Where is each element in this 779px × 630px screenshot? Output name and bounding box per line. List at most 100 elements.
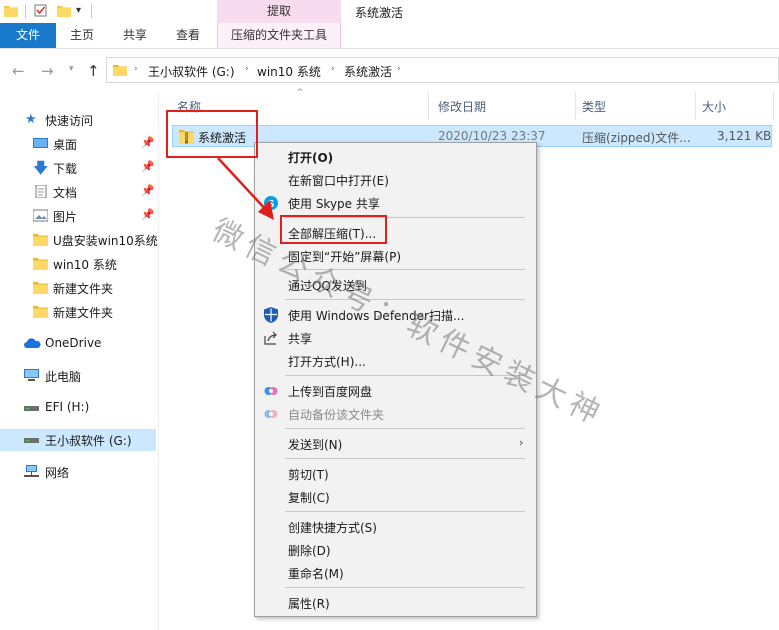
document-icon	[35, 185, 47, 198]
breadcrumb-win10[interactable]: win10 系统	[257, 63, 321, 80]
contextual-tab-header: 提取	[217, 0, 341, 23]
file-size: 3,121 KB	[717, 129, 772, 143]
nav-this-pc[interactable]: 此电脑	[0, 365, 156, 387]
nav-label: 网络	[45, 466, 70, 480]
nav-network[interactable]: 网络	[0, 461, 156, 483]
forward-arrow-icon[interactable]: →	[41, 62, 54, 80]
nav-efi-drive[interactable]: EFI (H:)	[0, 397, 156, 419]
menu-create-shortcut[interactable]: 创建快捷方式(S)	[257, 516, 534, 538]
tab-view[interactable]: 查看	[176, 23, 200, 48]
column-divider[interactable]	[428, 92, 429, 120]
menu-properties[interactable]: 属性(R)	[257, 592, 534, 614]
nav-desktop[interactable]: 桌面 📌	[0, 133, 156, 155]
column-divider[interactable]	[695, 92, 696, 120]
menu-rename[interactable]: 重命名(M)	[257, 562, 534, 584]
nav-label: 桌面	[53, 138, 78, 152]
drive-icon	[24, 406, 39, 411]
toolbar-separator	[91, 4, 92, 18]
nav-label: U盘安装win10系统	[53, 234, 158, 248]
column-divider[interactable]	[575, 92, 576, 120]
nav-folder-new-2[interactable]: 新建文件夹	[0, 301, 156, 323]
menu-label: 复制(C)	[288, 491, 330, 505]
defender-shield-icon	[264, 307, 278, 323]
tab-home[interactable]: 主页	[70, 23, 94, 48]
pin-icon[interactable]: 📌	[141, 136, 155, 149]
tab-share[interactable]: 共享	[123, 23, 147, 48]
nav-onedrive[interactable]: OneDrive	[0, 333, 156, 355]
desktop-icon	[33, 138, 48, 148]
breadcrumb-chevron-icon[interactable]: ›	[397, 64, 401, 74]
breadcrumb-drive-g[interactable]: 王小叔软件 (G:)	[148, 63, 235, 80]
baidu-netdisk-icon	[264, 410, 278, 418]
menu-send-to[interactable]: 发送到(N) ›	[257, 433, 534, 455]
pin-icon[interactable]: 📌	[141, 184, 155, 197]
menu-label: 创建快捷方式(S)	[288, 521, 377, 535]
properties-check-icon[interactable]	[34, 4, 48, 17]
menu-open[interactable]: 打开(O)	[257, 146, 534, 168]
folder-icon	[113, 65, 127, 76]
breadcrumb-chevron-icon[interactable]: ›	[245, 64, 249, 74]
breadcrumb-current[interactable]: 系统激活	[344, 63, 392, 80]
menu-copy[interactable]: 复制(C)	[257, 486, 534, 508]
column-divider[interactable]	[773, 92, 774, 120]
nav-quick-access[interactable]: ★ 快速访问	[0, 109, 156, 131]
nav-folder-win10[interactable]: win10 系统	[0, 253, 156, 275]
nav-pictures[interactable]: 图片 📌	[0, 205, 156, 227]
nav-label: 快速访问	[45, 114, 94, 128]
address-bar[interactable]: › 王小叔软件 (G:) › win10 系统 › 系统激活 ›	[106, 57, 779, 83]
menu-label: 使用 Skype 共享	[288, 197, 380, 211]
menu-label: 共享	[288, 332, 313, 346]
menu-skype-share[interactable]: S 使用 Skype 共享	[257, 192, 534, 214]
menu-separator	[285, 511, 525, 512]
up-arrow-icon[interactable]: ↑	[87, 62, 100, 80]
folder-icon[interactable]	[4, 4, 18, 17]
star-icon: ★	[25, 112, 37, 127]
menu-open-new-window[interactable]: 在新窗口中打开(E)	[257, 169, 534, 191]
menu-delete[interactable]: 删除(D)	[257, 539, 534, 561]
ribbon-tab-bar	[0, 23, 779, 49]
menu-label: 打开(O)	[288, 151, 334, 165]
nav-downloads[interactable]: 🡇 下载 📌	[0, 157, 156, 179]
folder-icon	[33, 306, 48, 318]
tab-compressed-folder-tools[interactable]: 压缩的文件夹工具	[217, 23, 341, 48]
recent-locations-chevron-icon[interactable]: ▾	[69, 64, 74, 74]
nav-label: 文档	[53, 186, 78, 200]
submenu-arrow-icon: ›	[519, 436, 524, 449]
menu-separator	[285, 587, 525, 588]
menu-label: 属性(R)	[288, 597, 330, 611]
cloud-icon	[24, 338, 41, 348]
window-title: 系统激活	[355, 6, 404, 20]
menu-label: 重命名(M)	[288, 567, 344, 581]
nav-folder-new-1[interactable]: 新建文件夹	[0, 277, 156, 299]
nav-label: 新建文件夹	[53, 282, 114, 296]
tab-file[interactable]: 文件	[0, 23, 56, 48]
customize-toolbar-icon[interactable]: ▾	[76, 5, 81, 16]
menu-label: 自动备份该文件夹	[288, 408, 385, 422]
nav-label: EFI (H:)	[45, 400, 90, 414]
menu-label: 发送到(N)	[288, 438, 343, 452]
breadcrumb-chevron-icon[interactable]: ›	[134, 64, 138, 74]
baidu-netdisk-icon	[264, 387, 278, 395]
nav-label: win10 系统	[53, 258, 117, 272]
menu-label: 打开方式(H)...	[288, 355, 366, 369]
menu-cut[interactable]: 剪切(T)	[257, 463, 534, 485]
nav-folder-usb-install[interactable]: U盘安装win10系统	[0, 229, 158, 251]
new-folder-icon[interactable]	[57, 4, 71, 17]
file-modified: 2020/10/23 23:37	[438, 129, 546, 143]
pin-icon[interactable]: 📌	[141, 160, 155, 173]
pictures-icon	[33, 209, 48, 222]
breadcrumb-chevron-icon[interactable]: ›	[331, 64, 335, 74]
menu-separator	[285, 428, 525, 429]
share-icon	[264, 331, 277, 345]
file-type: 压缩(zipped)文件...	[582, 131, 691, 145]
column-modified[interactable]: 修改日期	[438, 98, 486, 115]
nav-label: 图片	[53, 210, 78, 224]
nav-label: 王小叔软件 (G:)	[45, 434, 132, 448]
nav-drive-g[interactable]: 王小叔软件 (G:)	[0, 429, 156, 451]
column-size[interactable]: 大小	[702, 98, 726, 115]
column-type[interactable]: 类型	[582, 98, 606, 115]
nav-documents[interactable]: 文档 📌	[0, 181, 156, 203]
nav-label: OneDrive	[45, 336, 102, 350]
back-arrow-icon[interactable]: ←	[12, 62, 25, 80]
toolbar-separator	[25, 4, 26, 18]
